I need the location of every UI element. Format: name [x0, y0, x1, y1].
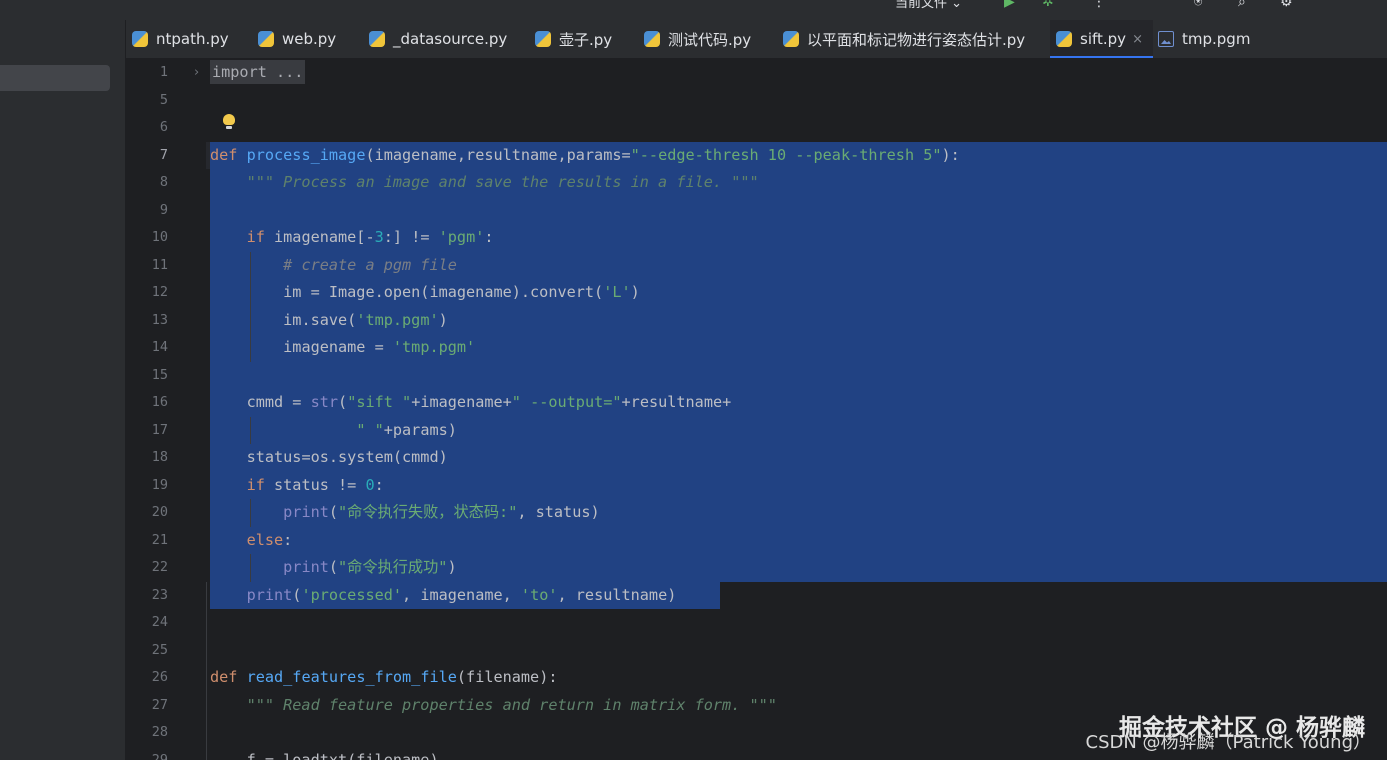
line-number-gutter: 1 › 5 6 7 8 9 10 11 12 13 14 15 16 17 18… [126, 59, 206, 760]
code-editor[interactable]: 1 › 5 6 7 8 9 10 11 12 13 14 15 16 17 18… [126, 59, 1387, 760]
code-line-23[interactable]: print('processed', imagename, 'to', resu… [210, 582, 677, 610]
python-file-icon [1056, 31, 1072, 47]
line-number: 6 [159, 119, 168, 135]
tab-huzi[interactable]: 壶子.py [535, 20, 612, 58]
line-number: 14 [151, 339, 168, 355]
code-line-14[interactable]: imagename = 'tmp.pgm' [210, 334, 475, 362]
tab-label: 壶子.py [559, 30, 613, 49]
tab-label: 以平面和标记物进行姿态估计.py [807, 30, 1026, 49]
more-actions-icon[interactable]: ⋮ [1092, 0, 1106, 10]
line-number: 17 [151, 421, 168, 438]
tab-label: sift.py [1080, 30, 1127, 48]
line-number: 9 [159, 201, 168, 218]
line-number: 20 [151, 504, 168, 520]
tab-ntpath[interactable]: ntpath.py [132, 20, 229, 58]
tab-label: _datasource.py [393, 30, 508, 48]
tab-label: tmp.pgm [1182, 30, 1251, 48]
tab-test-code[interactable]: 测试代码.py [644, 20, 751, 58]
code-line-8[interactable]: """ Process an image and save the result… [210, 169, 759, 197]
run-config-selector[interactable]: 当前文件 ⌄ [895, 0, 962, 11]
code-line-20[interactable]: print("命令执行失败，状态码:", status) [210, 499, 599, 527]
title-bar: 当前文件 ⌄ ▶ ✲ ⋮ ⍟ ⌕ ⚙ [0, 0, 1387, 20]
line-number: 5 [159, 91, 168, 108]
line-number: 23 [151, 586, 168, 603]
tab-web[interactable]: web.py [258, 20, 336, 58]
fold-expand-icon[interactable]: › [194, 65, 199, 80]
line-number: 16 [151, 394, 168, 410]
code-line-27[interactable]: """ Read feature properties and return i… [210, 692, 777, 720]
line-number: 29 [151, 751, 168, 760]
sidebar-selected-item[interactable] [0, 65, 110, 91]
line-number: 26 [151, 669, 168, 685]
python-file-icon [783, 31, 799, 47]
watermark-csdn: CSDN @杨骅麟（Patrick Young） [1085, 732, 1371, 753]
code-line-26[interactable]: def read_features_from_file(filename): [210, 664, 558, 692]
line-number: 25 [151, 641, 168, 658]
python-file-icon [535, 31, 551, 47]
settings-gear-icon[interactable]: ⚙ [1280, 0, 1293, 10]
code-area[interactable]: import ... def process_image(imagename,r… [206, 59, 1387, 760]
code-line-16[interactable]: cmmd = str("sift "+imagename+" --output=… [210, 389, 732, 417]
line-number: 11 [151, 256, 168, 273]
python-file-icon [258, 31, 274, 47]
project-sidebar [0, 20, 126, 760]
editor-tab-bar: ntpath.py web.py _datasource.py 壶子.py 测试… [126, 20, 1387, 59]
line-number: 24 [151, 614, 168, 630]
line-number: 22 [151, 559, 168, 575]
line-number-current: 7 [159, 146, 168, 163]
code-line-17[interactable]: " "+params) [210, 417, 457, 445]
line-number: 21 [151, 531, 168, 548]
close-tab-icon[interactable]: × [1132, 32, 1143, 47]
line-number: 13 [151, 311, 168, 328]
code-line-13[interactable]: im.save('tmp.pgm') [210, 307, 448, 335]
debug-icon[interactable]: ✲ [1042, 0, 1054, 10]
code-line-10[interactable]: if imagename[-3:] != 'pgm': [210, 224, 494, 252]
line-number: 27 [151, 696, 168, 713]
folded-import[interactable]: import ... [210, 60, 306, 84]
tab-tmp-pgm[interactable]: tmp.pgm [1158, 20, 1250, 58]
code-line-19[interactable]: if status != 0: [210, 472, 384, 500]
line-number: 10 [151, 229, 168, 245]
code-line-18[interactable]: status=os.system(cmmd) [210, 444, 448, 472]
code-line-22[interactable]: print("命令执行成功") [210, 554, 456, 582]
code-line-21[interactable]: else: [210, 527, 293, 555]
python-file-icon [644, 31, 660, 47]
tab-sift[interactable]: sift.py × [1050, 20, 1153, 58]
run-icon[interactable]: ▶ [1004, 0, 1015, 10]
image-file-icon [1158, 31, 1174, 47]
code-line-1[interactable]: import ... [210, 59, 306, 87]
tab-datasource[interactable]: _datasource.py [369, 20, 507, 58]
indent-guide [206, 581, 207, 760]
line-number: 1 [159, 64, 168, 80]
python-file-icon [132, 31, 148, 47]
code-line-29[interactable]: f = loadtxt(filename) [210, 747, 439, 760]
tab-pose-estimation[interactable]: 以平面和标记物进行姿态估计.py [783, 20, 1025, 58]
line-number: 18 [151, 449, 168, 465]
search-icon[interactable]: ⌕ [1238, 0, 1246, 10]
tab-label: web.py [282, 30, 337, 48]
line-number: 28 [151, 724, 168, 740]
add-user-icon[interactable]: ⍟ [1194, 0, 1202, 10]
tab-label: ntpath.py [156, 30, 229, 48]
line-number: 12 [151, 284, 168, 300]
code-line-7[interactable]: def process_image(imagename,resultname,p… [210, 142, 960, 170]
line-number: 8 [159, 174, 168, 190]
code-line-11[interactable]: # create a pgm file [210, 252, 457, 280]
python-file-icon [369, 31, 385, 47]
tab-label: 测试代码.py [668, 30, 752, 49]
line-number: 19 [151, 476, 168, 493]
code-line-12[interactable]: im = Image.open(imagename).convert('L') [210, 279, 640, 307]
line-number: 15 [151, 366, 168, 383]
